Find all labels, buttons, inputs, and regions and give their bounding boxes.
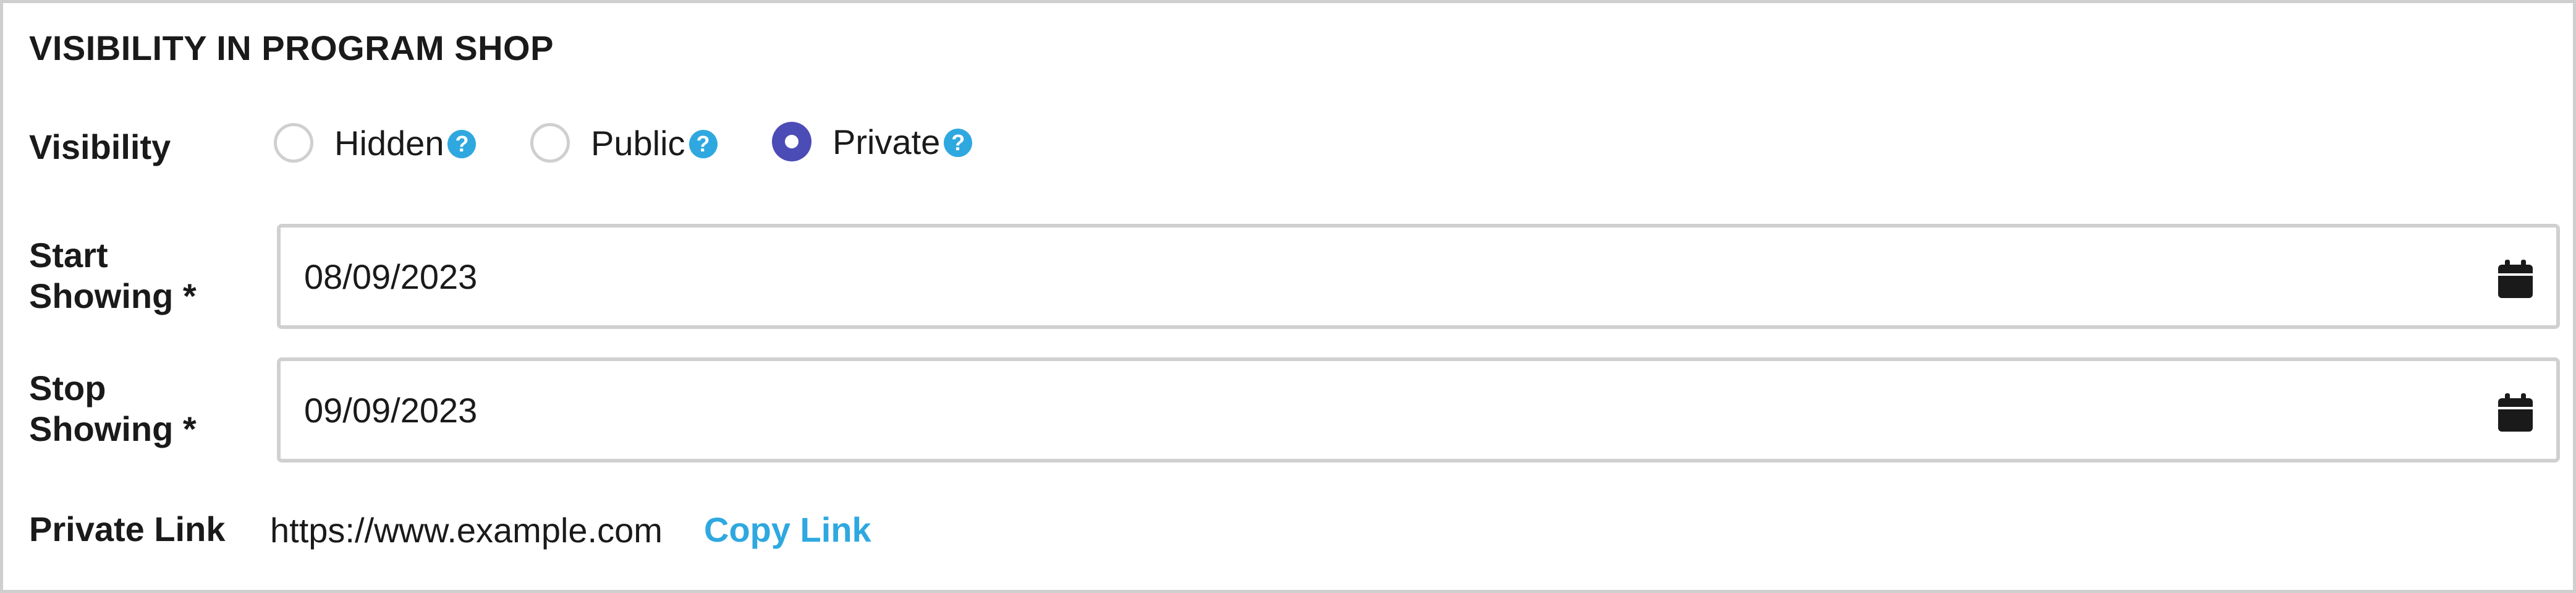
copy-link-button[interactable]: Copy Link [704, 510, 871, 550]
visibility-label: Visibility [29, 127, 171, 166]
radio-public[interactable]: Public ? [530, 118, 718, 168]
start-showing-label-line1: Start [29, 236, 108, 275]
calendar-icon[interactable] [2498, 260, 2533, 298]
stop-showing-label-line2: Showing * [29, 409, 197, 448]
stop-showing-label-line1: Stop [29, 369, 106, 407]
radio-private-circle[interactable] [772, 122, 811, 161]
calendar-icon[interactable] [2498, 393, 2533, 432]
start-showing-label-line2: Showing * [29, 276, 197, 315]
private-link-label: Private Link [29, 510, 226, 548]
radio-selected-dot [785, 135, 799, 148]
radio-private-label: Private [833, 122, 941, 161]
private-link-url: https://www.example.com [270, 511, 663, 550]
start-showing-input[interactable] [304, 228, 2405, 325]
visibility-panel: VISIBILITY IN PROGRAM SHOP Visibility Hi… [0, 0, 2576, 593]
stop-showing-label: Stop Showing * [29, 368, 197, 450]
start-showing-label: Start Showing * [29, 235, 197, 317]
radio-public-label: Public [591, 123, 685, 163]
radio-hidden-circle[interactable] [274, 123, 313, 163]
section-title: VISIBILITY IN PROGRAM SHOP [29, 28, 554, 67]
stop-showing-input[interactable] [304, 361, 2405, 459]
radio-hidden[interactable]: Hidden ? [274, 118, 477, 168]
private-help-icon[interactable]: ? [944, 129, 973, 157]
radio-private[interactable]: Private ? [772, 117, 973, 166]
start-showing-field[interactable] [277, 224, 2560, 329]
public-help-icon[interactable]: ? [688, 130, 718, 158]
stop-showing-field[interactable] [277, 357, 2560, 463]
hidden-help-icon[interactable]: ? [447, 130, 477, 158]
radio-public-circle[interactable] [530, 123, 570, 163]
radio-hidden-label: Hidden [334, 123, 444, 163]
